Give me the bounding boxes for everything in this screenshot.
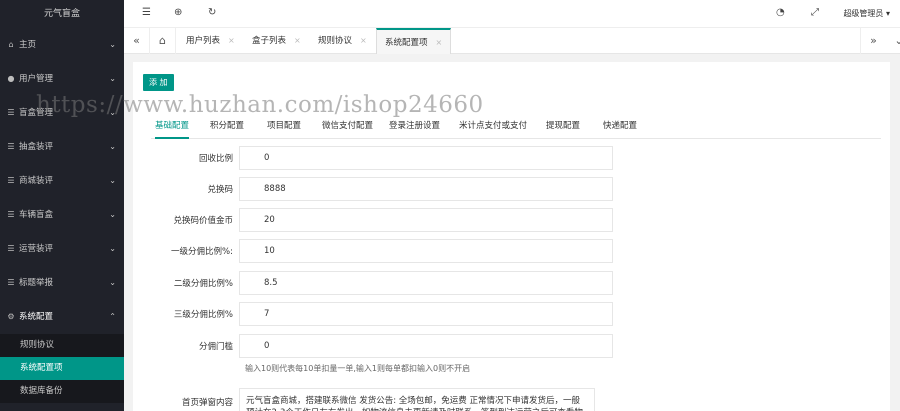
tab-box-list[interactable]: 盒子列表 × (252, 28, 301, 54)
sidebar-subitem-config[interactable]: 系统配置项 (0, 357, 124, 380)
globe-icon[interactable]: ⊕ (174, 7, 182, 18)
watermark: https://www.huzhan.com/ishop24660 (36, 92, 484, 118)
chevron-down-icon: ⌄ (109, 278, 116, 287)
chevron-down-icon: ⌄ (109, 40, 116, 49)
gear-icon: ⚙ (7, 312, 15, 321)
recycle-ratio-input[interactable]: 0 (239, 146, 613, 170)
chevron-down-icon: ⌄ (109, 176, 116, 185)
list-icon: ☰ (7, 278, 15, 287)
tab-user-list[interactable]: 用户列表 × (186, 28, 235, 54)
chevron-down-icon: ▾ (885, 9, 890, 18)
field-label: 三级分佣比例% (173, 310, 233, 320)
top-header: ☰ ⊕ ↻ ◔ ⤢ 超级管理员 ▾ (124, 0, 900, 28)
form-row-redeem-code: 兑换码 8888 (151, 177, 621, 201)
tabs-prev-icon[interactable]: « (124, 28, 150, 54)
redeem-code-input[interactable]: 8888 (239, 177, 613, 201)
form-row-level3-commission: 三级分佣比例% 7 (151, 302, 621, 326)
add-button[interactable]: 添 加 (143, 74, 174, 91)
users-icon: ● (7, 74, 15, 83)
sidebar-item-label: 抽盒装评 (19, 142, 54, 152)
page-tabs: « ⌂ 用户列表 × 盒子列表 × 规则协议 × 系统配置项 × » ⌄ (124, 28, 900, 54)
tab-withdraw-config[interactable]: 提现配置 (546, 113, 580, 139)
field-label: 分佣门槛 (198, 342, 233, 352)
sidebar-item-operations[interactable]: ☰ 运营装评 ⌄ (0, 232, 124, 266)
sidebar-item-draw[interactable]: ☰ 抽盒装评 ⌄ (0, 130, 124, 164)
close-icon[interactable]: × (228, 36, 235, 45)
chevron-down-icon: ⌄ (109, 142, 116, 151)
tab-label: 系统配置项 (385, 38, 428, 48)
form-row-level2-commission: 二级分佣比例% 8.5 (151, 271, 621, 295)
field-label: 首页弹窗内容 (181, 398, 233, 408)
theme-icon[interactable]: ◔ (776, 7, 785, 18)
sidebar-item-label: 用户管理 (19, 74, 54, 84)
close-icon[interactable]: × (294, 36, 301, 45)
form-row-recycle-ratio: 回收比例 0 (151, 146, 621, 170)
close-icon[interactable]: × (360, 36, 367, 45)
tab-express-config[interactable]: 快递配置 (603, 113, 637, 139)
tab-label: 盒子列表 (252, 36, 287, 46)
sidebar-item-vehicle[interactable]: ☰ 车辆盲盒 ⌄ (0, 198, 124, 232)
commission-threshold-input[interactable]: 0 (239, 334, 613, 358)
field-label: 兑换码 (207, 185, 233, 195)
field-label: 一级分佣比例%: (171, 247, 233, 257)
sidebar-subitem-rules[interactable]: 规则协议 (0, 334, 124, 357)
list-icon: ☰ (7, 142, 15, 151)
sidebar-item-home[interactable]: ⌂ 主页 ⌄ (0, 28, 124, 62)
tabs-next-icon[interactable]: » (860, 28, 886, 54)
home-icon: ⌂ (8, 40, 14, 49)
list-icon: ☰ (7, 176, 15, 185)
tab-system-config[interactable]: 系统配置项 × (376, 28, 452, 54)
list-icon: ☰ (7, 108, 15, 117)
menu-toggle-icon[interactable]: ☰ (142, 7, 151, 18)
user-name: 超级管理员 (843, 9, 884, 18)
list-icon: ☰ (7, 244, 15, 253)
sidebar-item-label: 车辆盲盒 (19, 210, 54, 220)
tab-label: 规则协议 (318, 36, 353, 46)
close-icon[interactable]: × (436, 38, 443, 47)
refresh-icon[interactable]: ↻ (208, 7, 216, 18)
chevron-down-icon: ⌄ (109, 244, 116, 253)
sidebar-item-label: 系统配置 (19, 312, 54, 322)
level2-commission-input[interactable]: 8.5 (239, 271, 613, 295)
list-icon: ☰ (7, 210, 15, 219)
chevron-down-icon: ⌄ (109, 74, 116, 83)
chevron-down-icon[interactable]: ⌄ (886, 28, 900, 54)
field-label: 二级分佣比例% (173, 279, 233, 289)
tab-rules[interactable]: 规则协议 × (318, 28, 367, 54)
redeem-value-input[interactable]: 20 (239, 208, 613, 232)
fullscreen-icon[interactable]: ⤢ (811, 7, 819, 18)
home-tab-icon[interactable]: ⌂ (150, 28, 176, 54)
sidebar-item-label: 运营装评 (19, 244, 54, 254)
form-row-redeem-value: 兑换码价值金币 20 (151, 208, 621, 232)
field-label: 回收比例 (198, 154, 233, 164)
form-row-level1-commission: 一级分佣比例%: 10 (151, 239, 621, 263)
form-row-commission-threshold: 分佣门槛 0 (151, 334, 621, 358)
level1-commission-input[interactable]: 10 (239, 239, 613, 263)
sidebar-item-label: 商城装评 (19, 176, 54, 186)
sidebar-item-mall[interactable]: ☰ 商城装评 ⌄ (0, 164, 124, 198)
sidebar-item-label: 标题举报 (19, 278, 54, 288)
sidebar-item-label: 主页 (19, 40, 37, 50)
sidebar-item-system[interactable]: ⚙ 系统配置 ⌃ (0, 300, 124, 334)
tab-label: 用户列表 (186, 36, 221, 46)
chevron-up-icon: ⌃ (109, 312, 116, 321)
chevron-down-icon: ⌄ (109, 210, 116, 219)
sidebar: 元气盲盒 ⌂ 主页 ⌄ ● 用户管理 ⌄ ☰ 盲盒管理 ⌄ ☰ 抽盒装评 ⌄ ☰ 商城装评 ⌄ ☰ 车… (0, 0, 124, 411)
user-menu[interactable]: 超级管理员 ▾ (843, 8, 890, 19)
commission-threshold-hint: 输入10则代表每10单扣量一单,输入1则每单都扣输入0则不开启 (245, 364, 471, 373)
app-title: 元气盲盒 (43, 9, 80, 19)
sidebar-item-reports[interactable]: ☰ 标题举报 ⌄ (0, 266, 124, 300)
sidebar-submenu: 规则协议 系统配置项 数据库备份 (0, 334, 124, 403)
level3-commission-input[interactable]: 7 (239, 302, 613, 326)
popup-content-textarea[interactable]: 元气盲盒商城，搭建联系微信 发货公告: 全场包邮，免运费 正常情况下申请发货后，… (239, 388, 595, 411)
field-label: 兑换码价值金币 (173, 216, 233, 226)
sidebar-item-users[interactable]: ● 用户管理 ⌄ (0, 62, 124, 96)
sidebar-subitem-backup[interactable]: 数据库备份 (0, 380, 124, 403)
